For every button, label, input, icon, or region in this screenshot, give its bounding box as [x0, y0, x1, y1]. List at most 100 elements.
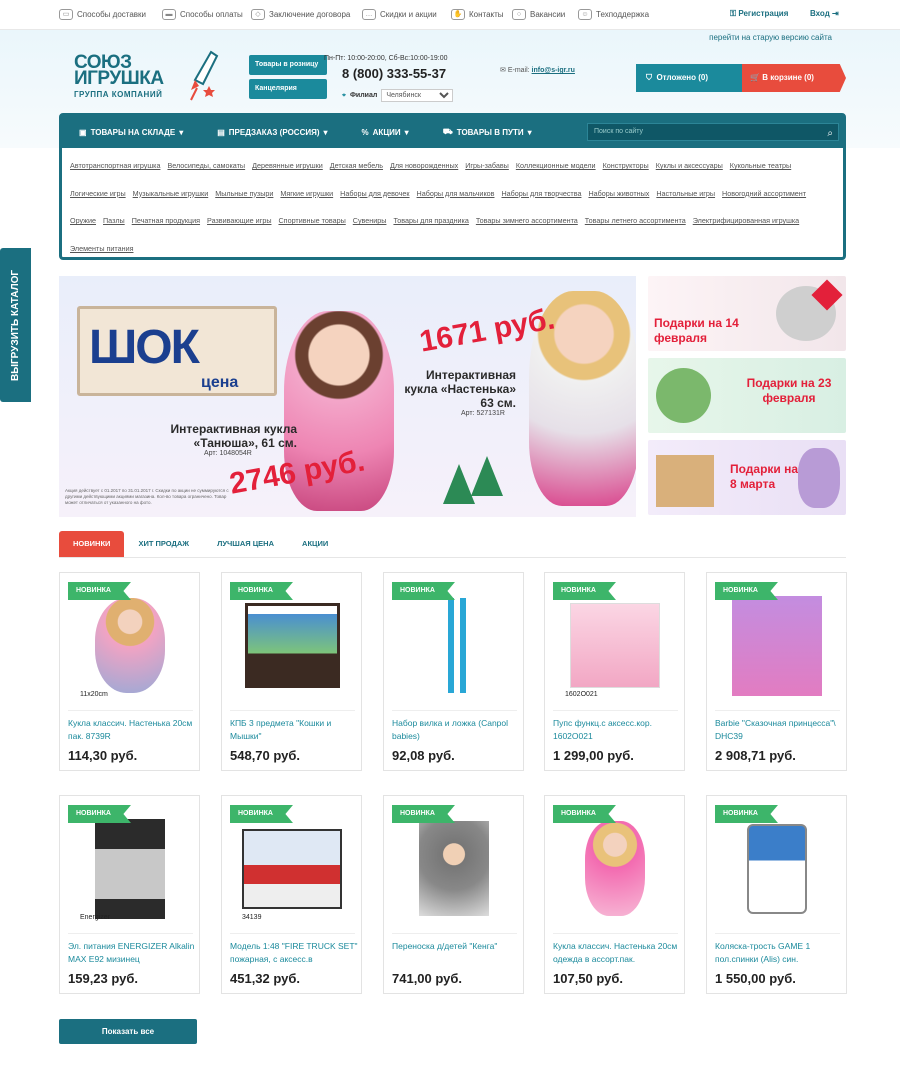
category-link[interactable]: Сувениры	[353, 207, 387, 235]
site-logo[interactable]: СОЮЗ ИГРУШКА ГРУППА КОМПАНИЙ	[74, 53, 164, 103]
category-link[interactable]: Наборы животных	[588, 180, 649, 208]
category-link[interactable]: Куклы и аксессуары	[656, 152, 723, 180]
category-link[interactable]: Деревянные игрушки	[252, 152, 323, 180]
product-name[interactable]: Переноска д/детей "Кенга"	[392, 940, 522, 966]
product-image[interactable]	[727, 593, 827, 698]
tab-new[interactable]: НОВИНКИ	[59, 531, 125, 557]
email-link[interactable]: info@s-igr.ru	[532, 67, 575, 74]
product-card[interactable]: 1602O021 НОВИНКА Пупс функц.с аксесс.кор. …	[544, 572, 685, 771]
category-link[interactable]: Детская мебель	[330, 152, 383, 180]
product-card[interactable]: 11x20cm НОВИНКА Кукла классич. Настенька 2…	[59, 572, 200, 771]
product-name[interactable]: Модель 1:48 "FIRE TRUCK SET" пожарная, с…	[230, 940, 360, 966]
tab-promotions[interactable]: АКЦИИ	[288, 531, 342, 557]
card-divider	[553, 710, 678, 711]
category-link[interactable]: Велосипеды, самокаты	[167, 152, 245, 180]
product-image[interactable]	[727, 816, 827, 921]
old-site-link[interactable]: перейти на старую версию сайта	[709, 33, 832, 42]
phone-number[interactable]: 8 (800) 333-55-37	[342, 66, 446, 81]
tab-best-price[interactable]: ЛУЧШАЯ ЦЕНА	[203, 531, 288, 557]
product-name[interactable]: Barbie "Сказочная принцесса"\ DHC39	[715, 717, 845, 743]
category-link[interactable]: Спортивные товары	[278, 207, 345, 235]
product-image[interactable]: Energizer	[80, 816, 180, 921]
contract-link[interactable]: ◇ Заключение договора	[251, 9, 350, 20]
category-link[interactable]: Оружие	[70, 207, 96, 235]
category-link[interactable]: Товары летнего ассортимента	[585, 207, 686, 235]
nav-preorder[interactable]: ▤ ПРЕДЗАКАЗ (РОССИЯ) ▾	[200, 128, 344, 137]
banner-cena: цена	[201, 374, 239, 391]
product-card[interactable]: НОВИНКА Barbie "Сказочная принцесса"\ DHC…	[706, 572, 847, 771]
product-name[interactable]: Эл. питания ENERGIZER Alkalin MAX E92 ми…	[68, 940, 198, 966]
payment-link[interactable]: ▬ Способы оплаты	[162, 9, 243, 20]
promo-mar8[interactable]: Подарки на 8 марта	[648, 440, 846, 515]
product-image[interactable]: 1602O021	[565, 593, 665, 698]
nav-in-stock[interactable]: ▣ ТОВАРЫ НА СКЛАДЕ ▾	[62, 128, 200, 137]
category-link[interactable]: Для новорожденных	[390, 152, 458, 180]
cart-button[interactable]: 🛒 В корзине (0)	[742, 64, 846, 92]
product-name[interactable]: Пупс функц.с аксесс.кор. 1602O021	[553, 717, 683, 743]
category-link[interactable]: Игры-забавы	[465, 152, 509, 180]
promo-banner[interactable]: ШОК цена Интерактивная кукла «Танюша», 6…	[59, 276, 636, 517]
category-link[interactable]: Развивающие игры	[207, 207, 271, 235]
tab-bestsellers[interactable]: ХИТ ПРОДАЖ	[124, 531, 203, 557]
product-image[interactable]: 34139	[242, 816, 342, 921]
product-card[interactable]: НОВИНКА Коляска-трость GAME 1 пол.спинки …	[706, 795, 847, 994]
deferred-button[interactable]: ⛉ Отложено (0)	[636, 64, 746, 92]
category-link[interactable]: Пазлы	[103, 207, 125, 235]
product-name[interactable]: Кукла классич. Настенька 20см одежда в а…	[553, 940, 683, 966]
product-card[interactable]: НОВИНКА Кукла классич. Настенька 20см оде…	[544, 795, 685, 994]
product-card[interactable]: НОВИНКА КПБ 3 предмета "Кошки и Мышки" 548…	[221, 572, 362, 771]
category-link[interactable]: Мыльные пузыри	[215, 180, 273, 208]
category-link[interactable]: Кукольные театры	[730, 152, 791, 180]
stationery-button[interactable]: Канцелярия	[249, 79, 327, 99]
category-link[interactable]: Настольные игры	[656, 180, 715, 208]
category-link[interactable]: Товары для праздника	[393, 207, 468, 235]
promo-feb23[interactable]: Подарки на 23 февраля	[648, 358, 846, 433]
login-link[interactable]: Вход ⇥	[810, 9, 839, 18]
category-link[interactable]: Элементы питания	[70, 235, 133, 263]
product-card[interactable]: НОВИНКА Набор вилка и ложка (Canpol babie…	[383, 572, 524, 771]
product-name[interactable]: КПБ 3 предмета "Кошки и Мышки"	[230, 717, 360, 743]
promo-feb14[interactable]: Подарки на 14 февраля	[648, 276, 846, 351]
product-image[interactable]	[565, 816, 665, 921]
product-image[interactable]	[404, 593, 504, 698]
product-card[interactable]: 34139 НОВИНКА Модель 1:48 "FIRE TRUCK SET"…	[221, 795, 362, 994]
product-name[interactable]: Кукла классич. Настенька 20см пак. 8739R	[68, 717, 198, 743]
contacts-link[interactable]: ✋ Контакты	[451, 9, 504, 20]
discounts-link[interactable]: … Скидки и акции	[362, 9, 437, 20]
product-card[interactable]: Energizer НОВИНКА Эл. питания ENERGIZER Al…	[59, 795, 200, 994]
category-link[interactable]: Наборы для творчества	[501, 180, 581, 208]
show-all-button[interactable]: Показать все	[59, 1019, 197, 1044]
search-input[interactable]: Поиск по сайту ⌕	[587, 123, 839, 141]
category-link[interactable]: Логические игры	[70, 180, 126, 208]
product-card[interactable]: НОВИНКА Переноска д/детей "Кенга" 741,00 р…	[383, 795, 524, 994]
nav-promotions[interactable]: % АКЦИИ ▾	[345, 128, 426, 137]
category-link[interactable]: Наборы для девочек	[340, 180, 409, 208]
product-image[interactable]	[404, 816, 504, 921]
banner-shok: ШОК	[89, 321, 200, 374]
category-link[interactable]: Товары зимнего ассортимента	[476, 207, 578, 235]
export-catalog-tab[interactable]: ВЫГРУЗИТЬ КАТАЛОГ	[0, 248, 31, 402]
support-link[interactable]: ☺ Техподдержка	[578, 9, 649, 20]
category-link[interactable]: Музыкальные игрушки	[133, 180, 209, 208]
category-link[interactable]: Конструкторы	[603, 152, 649, 180]
category-link[interactable]: Печатная продукция	[132, 207, 200, 235]
category-link[interactable]: Коллекционные модели	[516, 152, 596, 180]
logo-line2: ИГРУШКА	[74, 68, 164, 89]
category-link[interactable]: Мягкие игрушки	[280, 180, 333, 208]
product-name[interactable]: Коляска-трость GAME 1 пол.спинки (Alis) …	[715, 940, 845, 966]
search-icon[interactable]: ⌕	[827, 126, 833, 142]
category-link[interactable]: Наборы для мальчиков	[417, 180, 495, 208]
product-image[interactable]	[242, 593, 342, 698]
branch-select[interactable]: Челябинск	[381, 89, 454, 102]
category-link[interactable]: Автотранспортная игрушка	[70, 152, 160, 180]
category-link[interactable]: Новогодний ассортимент	[722, 180, 806, 208]
vacancies-link[interactable]: ○ Вакансии	[512, 9, 565, 20]
delivery-link[interactable]: ▭ Способы доставки	[59, 9, 146, 20]
nav-in-transit[interactable]: ⛟ ТОВАРЫ В ПУТИ ▾	[426, 127, 549, 137]
product-image[interactable]: 11x20cm	[80, 593, 180, 698]
product-name[interactable]: Набор вилка и ложка (Canpol babies)	[392, 717, 522, 743]
register-link[interactable]: ⚿ Регистрация	[730, 9, 788, 19]
product-price: 92,08 руб.	[392, 748, 455, 763]
retail-button[interactable]: Товары в розницу	[249, 55, 327, 75]
category-link[interactable]: Электрифицированная игрушка	[693, 207, 799, 235]
